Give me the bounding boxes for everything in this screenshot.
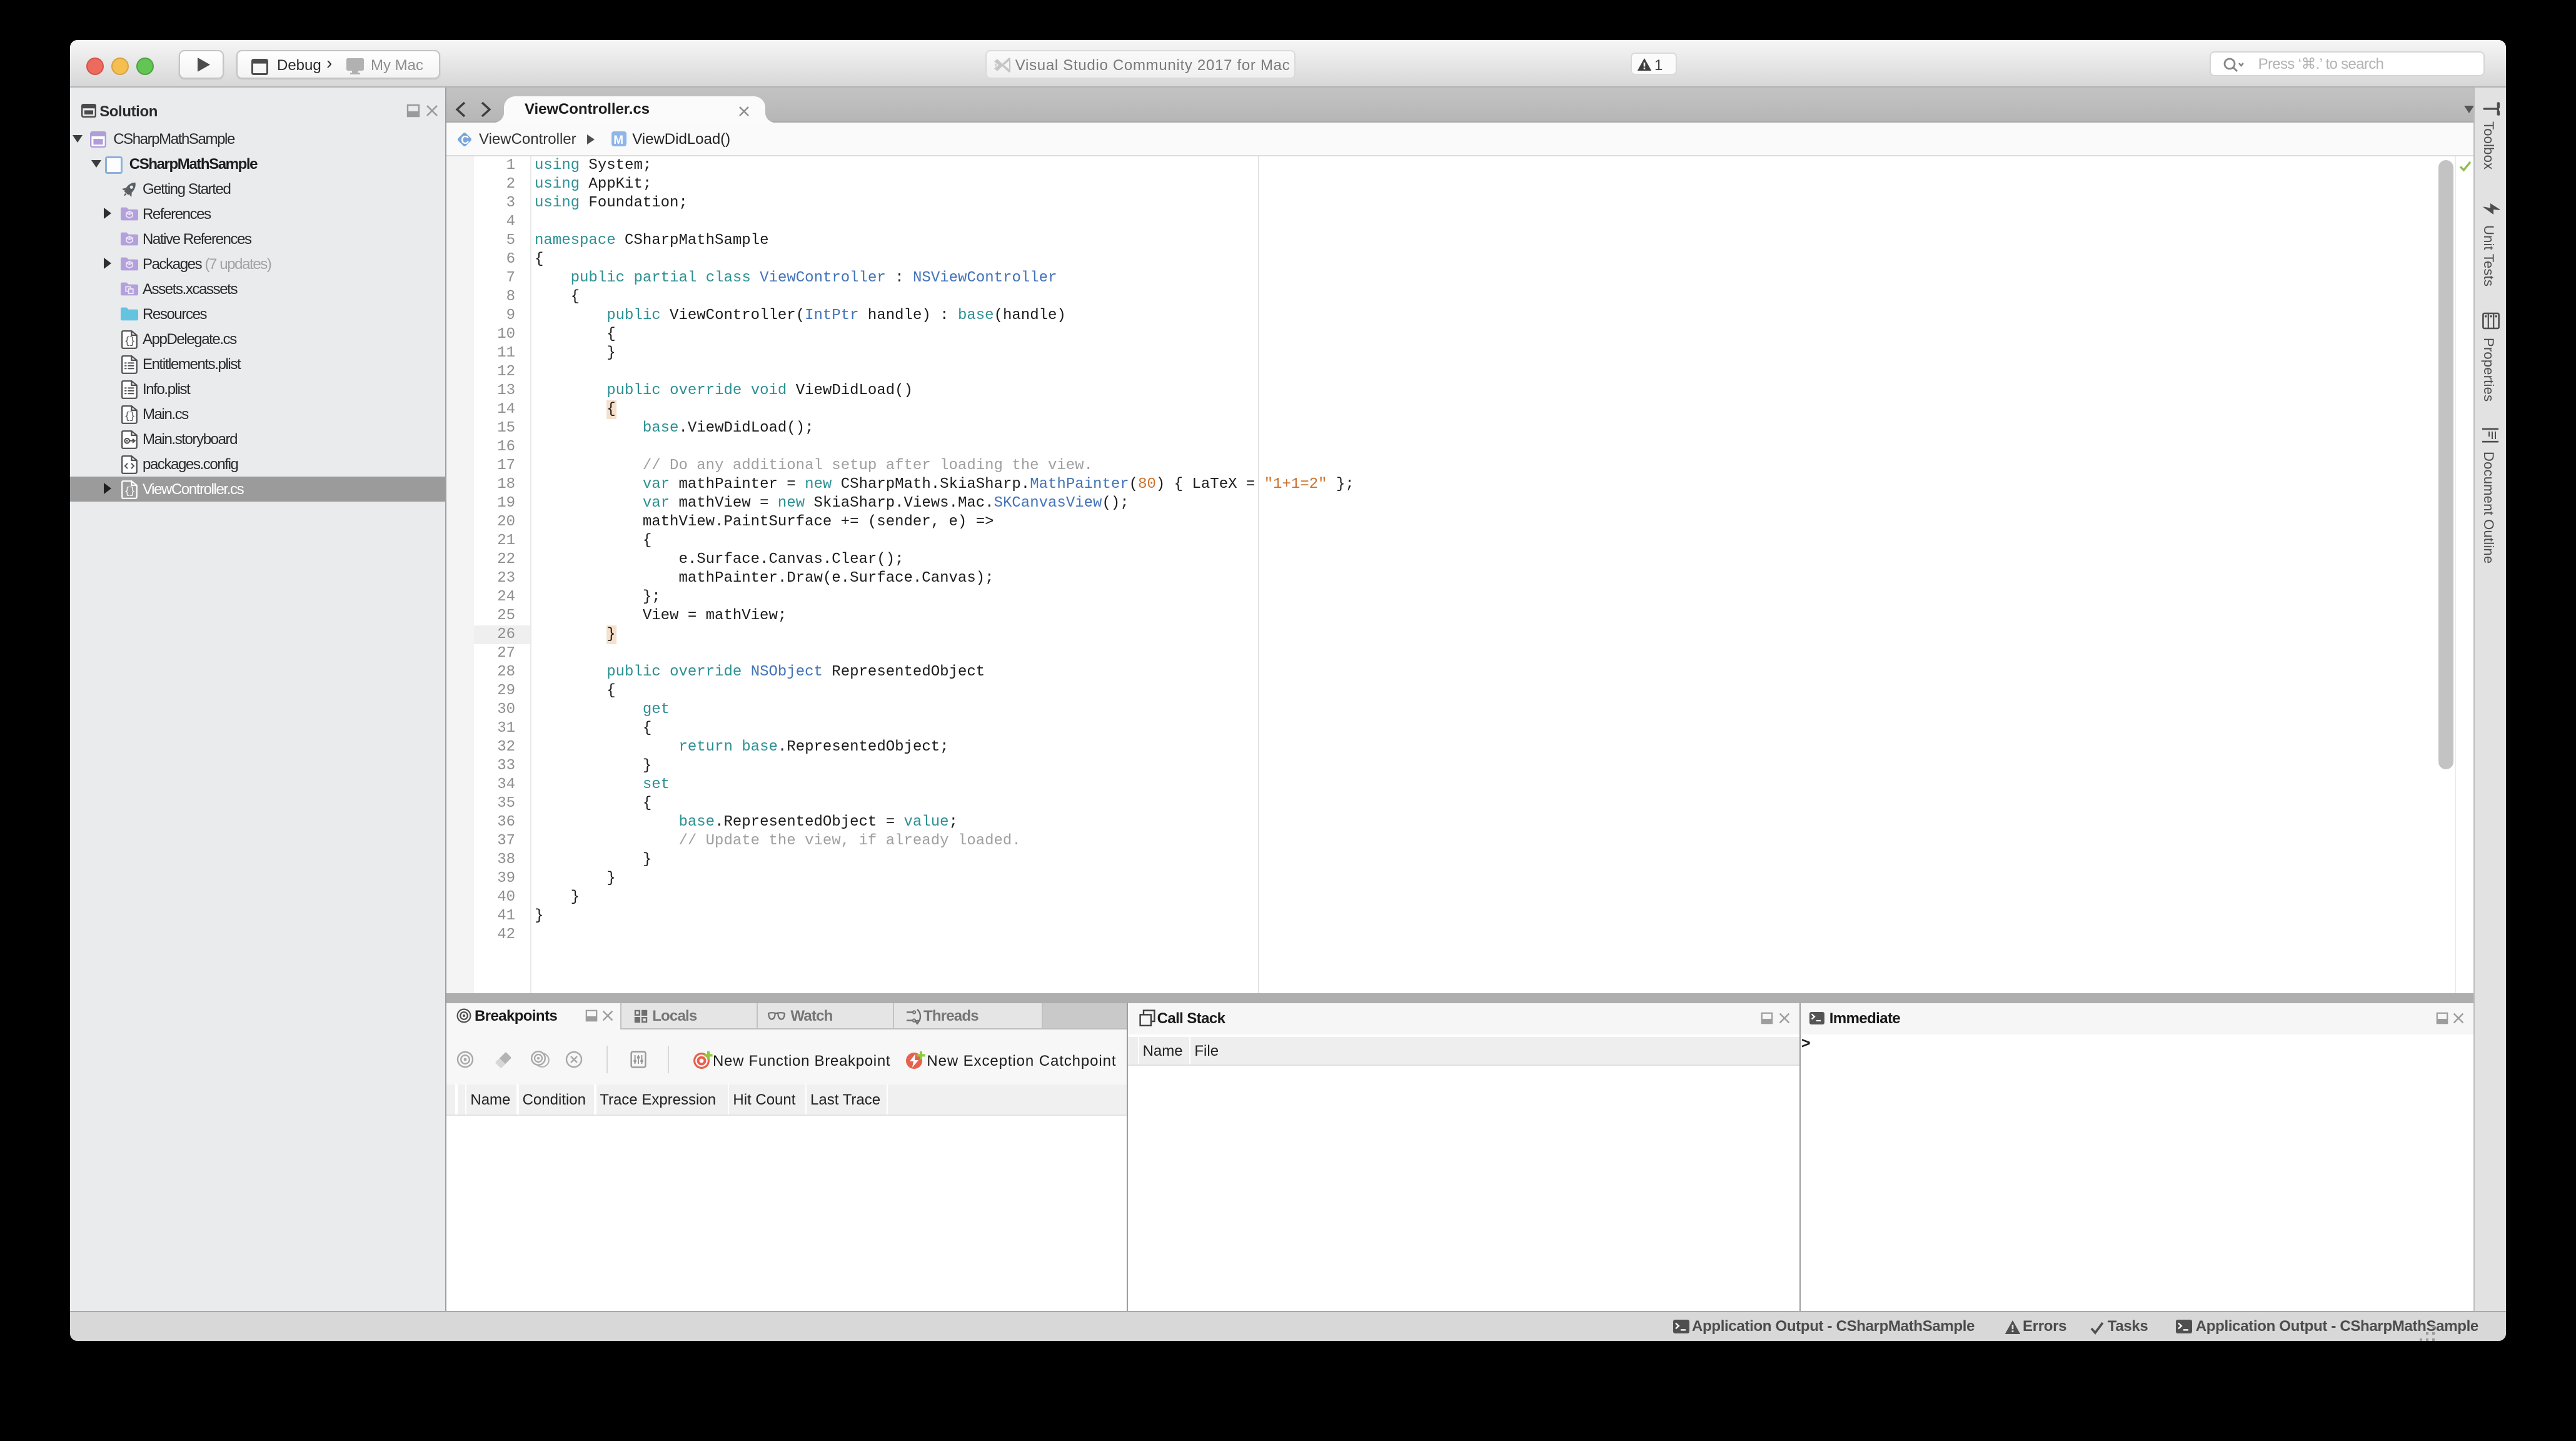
- svg-text:C: C: [460, 134, 468, 147]
- svg-text:{}: {}: [124, 335, 134, 346]
- svg-text:{}: {}: [124, 410, 134, 422]
- svg-text:{}: {}: [124, 485, 134, 497]
